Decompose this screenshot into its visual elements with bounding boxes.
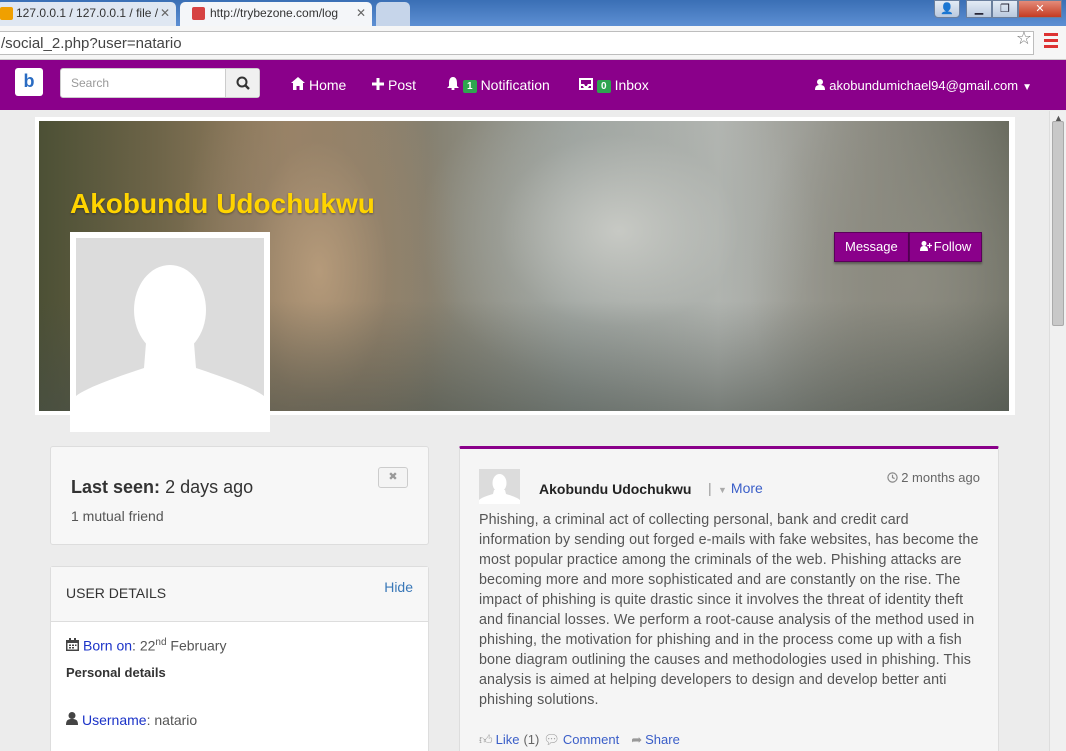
brand-logo[interactable]: b xyxy=(15,68,43,96)
bookmark-star-icon[interactable]: ☆ xyxy=(1016,28,1032,49)
born-day: 22 xyxy=(139,637,156,654)
user-account-menu[interactable]: akobundumichael94@gmail.com ▼ xyxy=(815,78,1032,93)
clock-icon xyxy=(887,472,898,483)
nav-home-label: Home xyxy=(309,77,347,93)
dismiss-button[interactable]: ✖ xyxy=(378,467,408,488)
username-row: Username: natario xyxy=(66,712,197,728)
user-details-card: USER DETAILS Hide Born on: 22nd February… xyxy=(50,566,429,751)
post-more-label: More xyxy=(730,480,763,496)
mutual-friends[interactable]: 1 mutual friend xyxy=(71,508,164,524)
notification-count-badge: 1 xyxy=(463,80,477,93)
user-profile-icon[interactable]: 👤 xyxy=(934,0,960,18)
default-avatar-icon xyxy=(479,469,520,504)
last-seen-card: Last seen: 2 days ago 1 mutual friend ✖ xyxy=(50,446,429,545)
bell-icon xyxy=(447,77,459,90)
inbox-icon xyxy=(579,78,593,90)
post-more-menu[interactable]: ▼ More xyxy=(718,480,763,496)
nav-inbox-label: Inbox xyxy=(614,77,649,93)
born-label: Born on xyxy=(83,637,133,654)
browser-menu-icon[interactable] xyxy=(1044,33,1058,49)
post-author-avatar[interactable] xyxy=(479,469,520,504)
comment-label: Comment xyxy=(562,732,620,747)
user-details-header: USER DETAILS Hide xyxy=(51,567,428,622)
close-window-button[interactable]: ✕ xyxy=(1018,0,1062,18)
follow-label: Follow xyxy=(933,239,972,254)
like-count: (1) xyxy=(523,732,540,747)
search-input[interactable] xyxy=(61,69,227,97)
phpmyadmin-favicon-icon xyxy=(0,7,13,20)
new-tab-button[interactable] xyxy=(376,2,410,26)
hide-details-link[interactable]: Hide xyxy=(384,579,413,595)
post-actions: 👍︎ Like (1) 💬︎ Comment ➦ Share xyxy=(479,732,680,748)
share-icon: ➦ xyxy=(631,732,643,747)
nav-post-label: Post xyxy=(388,77,417,93)
browser-tab-trybezone[interactable]: http://trybezone.com/log ✕ xyxy=(180,2,372,26)
like-label: Like xyxy=(495,732,520,747)
user-details-title: USER DETAILS xyxy=(66,585,167,601)
post-author-name[interactable]: Akobundu Udochukwu xyxy=(539,481,691,497)
plus-icon xyxy=(372,78,384,90)
user-email: akobundumichael94@gmail.com xyxy=(829,78,1019,93)
post-card: Akobundu Udochukwu | ▼ More 2 months ago … xyxy=(459,446,999,751)
last-seen-label: Last seen: xyxy=(71,477,161,497)
username-value: natario xyxy=(154,712,198,728)
caret-down-icon: ▼ xyxy=(718,485,727,495)
home-icon xyxy=(291,77,305,90)
url-field[interactable]: /social_2.php?user=natario xyxy=(0,31,1034,55)
born-month: February xyxy=(170,637,227,654)
post-body: Phishing, a criminal act of collecting p… xyxy=(479,512,979,708)
thumbs-up-icon: 👍︎ xyxy=(479,732,493,747)
post-header-separator: | xyxy=(708,480,712,496)
user-icon xyxy=(815,79,826,90)
maximize-button[interactable]: ❐ xyxy=(992,0,1018,18)
born-suffix: nd xyxy=(155,637,167,648)
close-tab-icon[interactable]: ✕ xyxy=(356,6,366,20)
post-time-label: 2 months ago xyxy=(901,470,980,485)
profile-actions: Message Follow xyxy=(834,232,983,262)
nav-notification-label: Notification xyxy=(480,77,550,93)
nav-notification[interactable]: 1 Notification xyxy=(447,77,550,93)
default-avatar-icon xyxy=(76,238,264,426)
last-seen: Last seen: 2 days ago xyxy=(71,477,253,498)
share-button[interactable]: ➦ Share xyxy=(631,732,680,747)
profile-avatar[interactable] xyxy=(70,232,270,432)
browser-tab-phpmyadmin[interactable]: 127.0.0.1 / 127.0.0.1 / file / ✕ xyxy=(0,2,176,26)
username-label: Username xyxy=(82,712,147,728)
comment-button[interactable]: 💬︎ Comment xyxy=(543,732,619,747)
profile-name: Akobundu Udochukwu xyxy=(70,188,375,219)
trybezone-favicon-icon xyxy=(192,7,205,20)
user-icon xyxy=(66,712,78,725)
nav-inbox[interactable]: 0 Inbox xyxy=(579,77,649,93)
post-timestamp: 2 months ago xyxy=(887,470,980,485)
born-on-row: Born on: 22nd February xyxy=(66,637,226,654)
inbox-count-badge: 0 xyxy=(597,80,611,93)
comment-icon: 💬︎ xyxy=(543,732,560,747)
message-button[interactable]: Message xyxy=(834,232,909,262)
address-bar: /social_2.php?user=natario ☆ xyxy=(0,26,1066,60)
follow-button[interactable]: Follow xyxy=(908,232,983,262)
last-seen-value: 2 days ago xyxy=(165,477,254,497)
browser-tab-label: 127.0.0.1 / 127.0.0.1 / file / xyxy=(16,6,159,20)
browser-tab-strip: 127.0.0.1 / 127.0.0.1 / file / ✕ http://… xyxy=(0,0,1066,26)
close-icon: ✖ xyxy=(388,471,398,483)
like-button[interactable]: 👍︎ Like xyxy=(479,732,519,747)
close-tab-icon[interactable]: ✕ xyxy=(160,6,170,20)
search-button[interactable] xyxy=(225,69,259,97)
site-navbar: b Home Post 1Notification 0Inbox akobund… xyxy=(0,60,1066,110)
calendar-icon xyxy=(66,637,79,651)
personal-details-heading: Personal details xyxy=(66,665,166,680)
nav-post[interactable]: Post xyxy=(372,77,416,93)
window-controls: 👤 ▁ ❐ ✕ xyxy=(934,0,1062,20)
share-label: Share xyxy=(645,732,680,747)
browser-tab-label: http://trybezone.com/log xyxy=(210,6,339,20)
caret-down-icon: ▼ xyxy=(1022,82,1032,93)
add-user-icon xyxy=(919,241,932,251)
minimize-button[interactable]: ▁ xyxy=(966,0,992,18)
search-box xyxy=(60,68,260,98)
page-scrollbar[interactable]: ▲ xyxy=(1049,111,1066,751)
nav-home[interactable]: Home xyxy=(291,77,346,93)
scrollbar-thumb[interactable] xyxy=(1052,121,1064,326)
search-icon xyxy=(236,76,250,90)
